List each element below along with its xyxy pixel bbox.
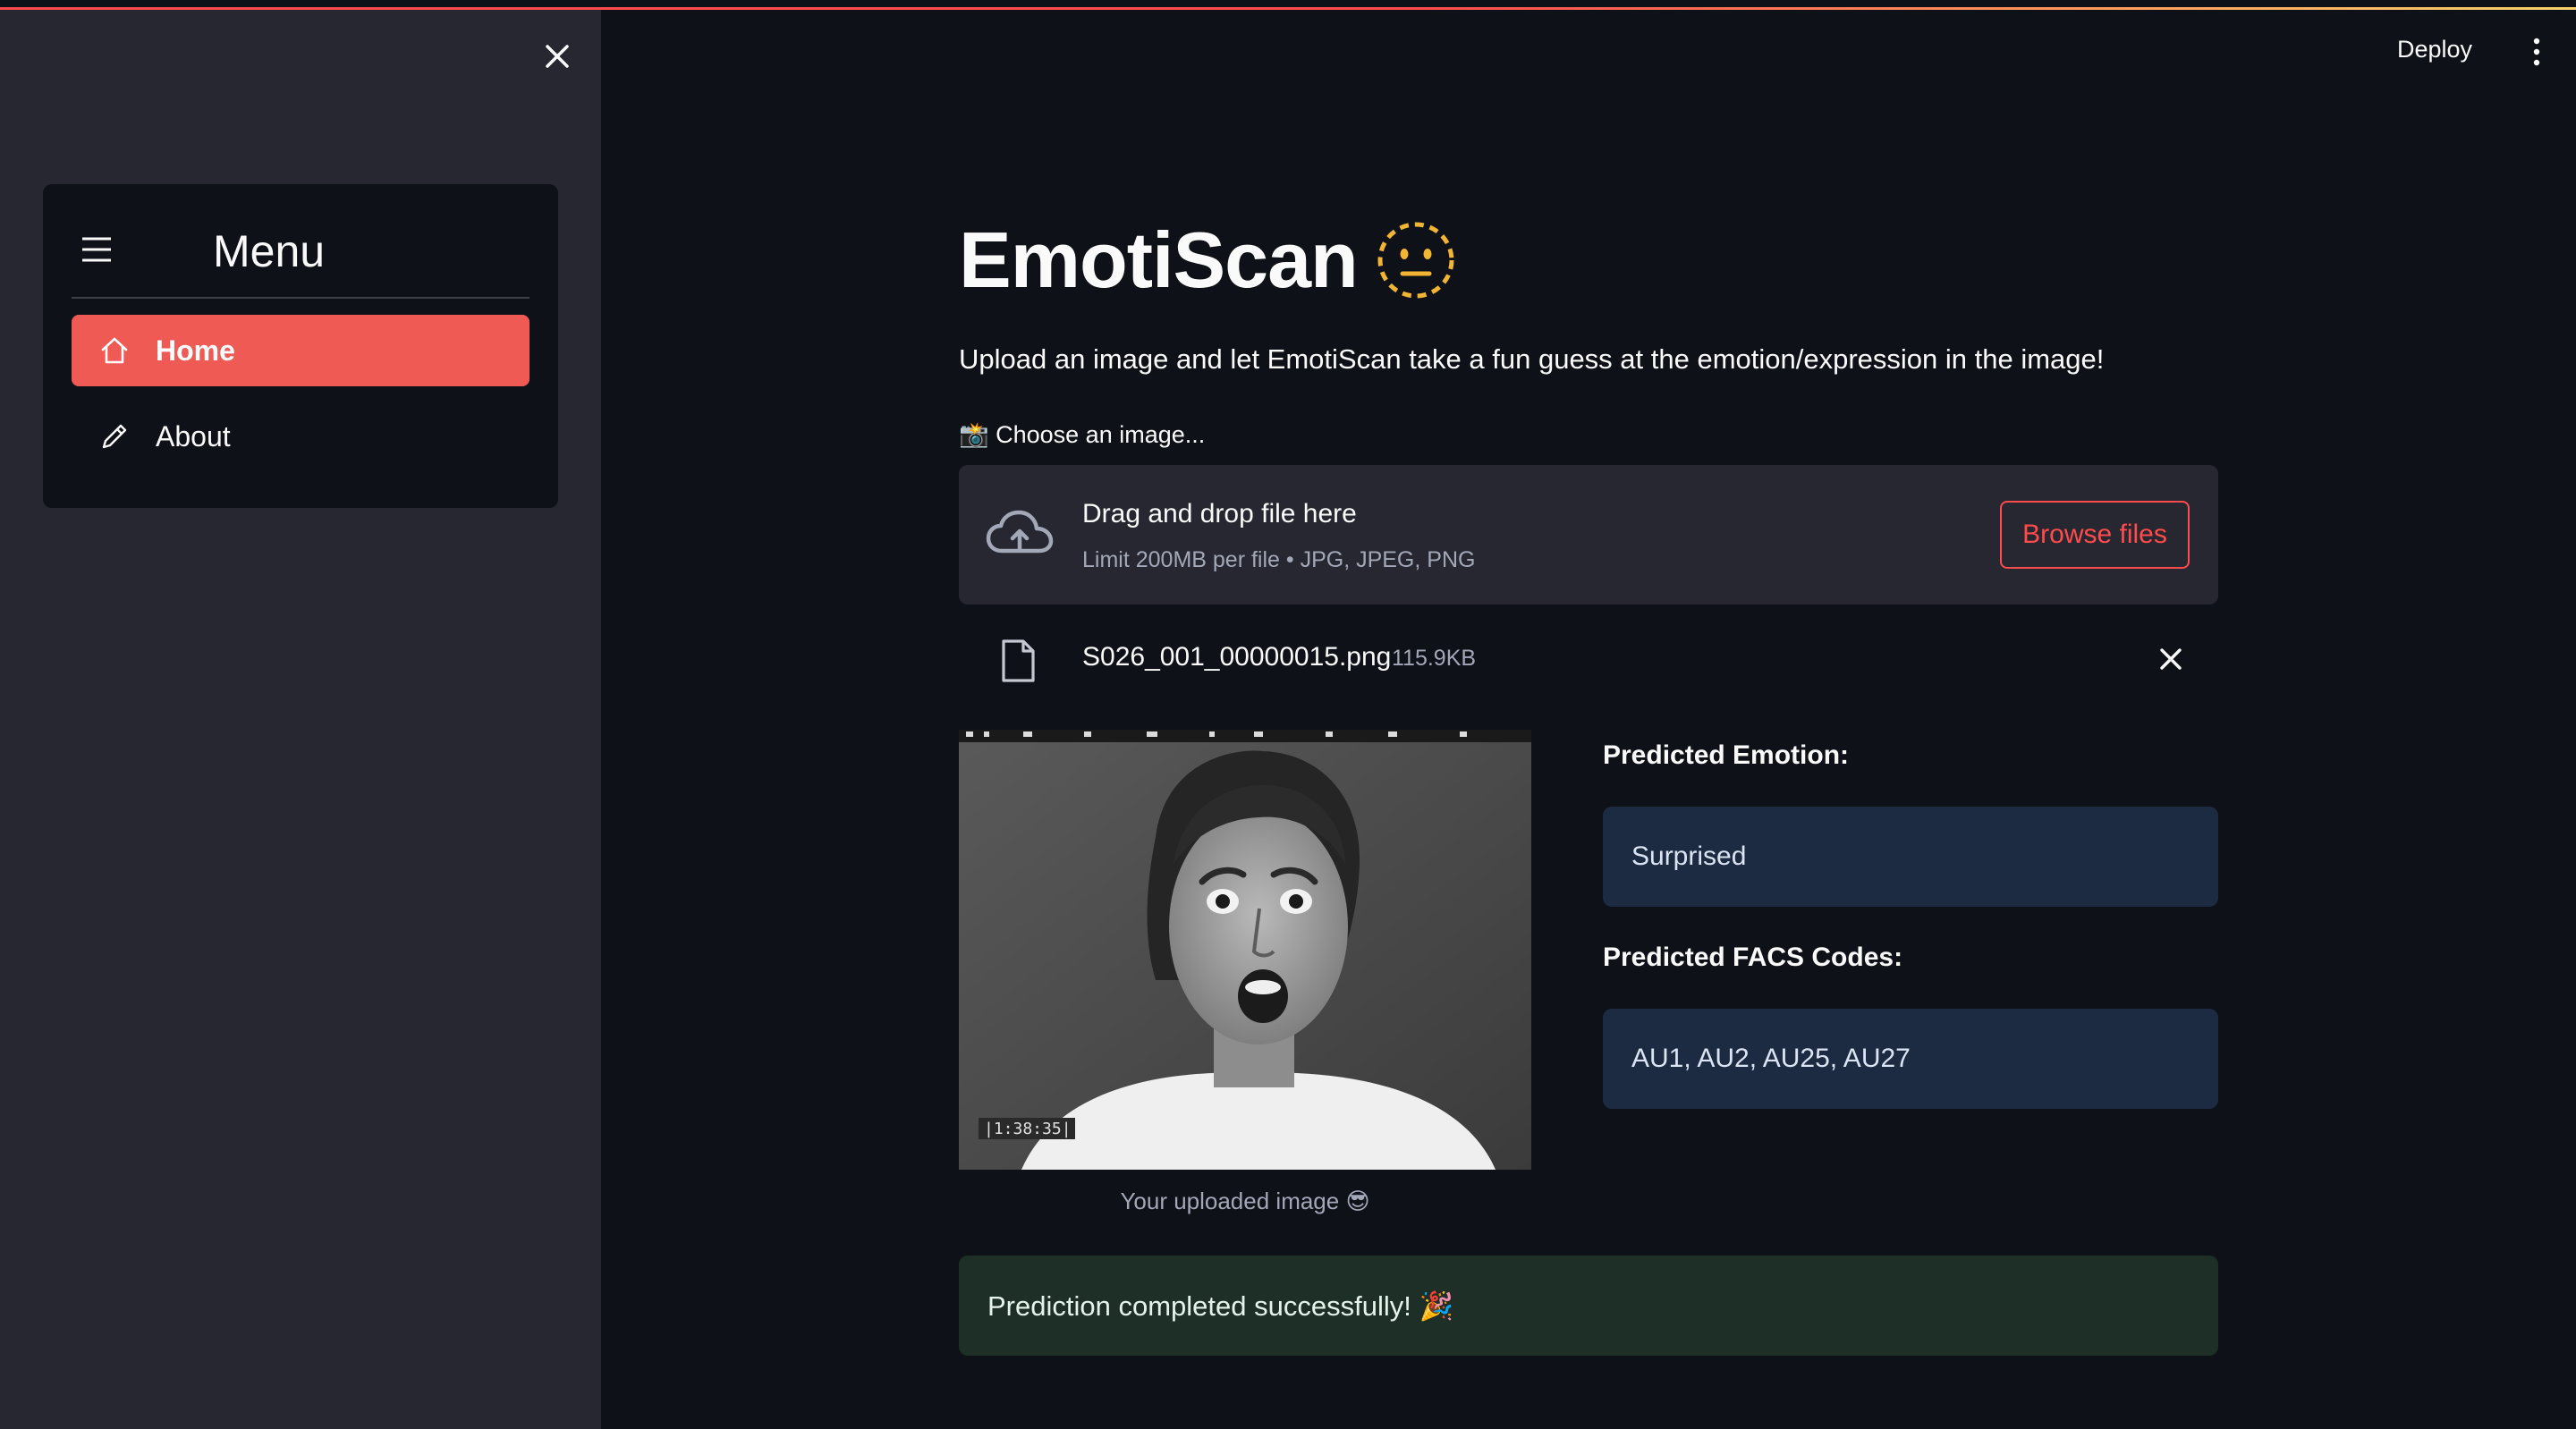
browse-files-button[interactable]: Browse files (2000, 501, 2190, 569)
predicted-facs-label: Predicted FACS Codes: (1603, 943, 1903, 972)
top-gradient-bar (0, 7, 2576, 10)
nav-item-about[interactable]: About (72, 401, 530, 472)
option-menu: Menu Home About (43, 184, 558, 508)
remove-file-icon[interactable] (2157, 646, 2184, 672)
uploaded-image-graphic: |1:38:35| (959, 730, 1531, 1170)
nav-item-home[interactable]: Home (72, 315, 530, 386)
page-title: EmotiScan (959, 216, 1359, 304)
menu-header: Menu (72, 216, 530, 299)
file-dropzone[interactable]: Drag and drop file here Limit 200MB per … (959, 465, 2218, 605)
file-name: S026_001_00000015.png (1082, 642, 1392, 672)
file-size: 115.9KB (1392, 646, 1477, 671)
home-icon (101, 337, 128, 364)
file-icon (1002, 639, 1035, 682)
sidebar: Menu Home About (0, 0, 601, 1429)
close-sidebar-icon[interactable] (540, 39, 574, 73)
predicted-facs-value: AU1, AU2, AU25, AU27 (1631, 1044, 1911, 1073)
predicted-emotion-box: Surprised (1603, 807, 2218, 907)
uploaded-file: S026_001_00000015.png 115.9KB (959, 626, 2218, 696)
top-decoration (0, 0, 2576, 10)
predicted-facs-box: AU1, AU2, AU25, AU27 (1603, 1009, 2218, 1109)
uploaded-image: |1:38:35| (959, 730, 1531, 1170)
nav-item-label: About (156, 419, 231, 452)
uploader-label: 📸 Choose an image... (959, 421, 1206, 448)
cloud-upload-icon (986, 510, 1054, 554)
predicted-emotion-value: Surprised (1631, 841, 1747, 871)
neutral-face-dashed-icon (1377, 222, 1454, 299)
image-caption: Your uploaded image 😎 (1120, 1188, 1370, 1214)
success-alert: Prediction completed successfully! 🎉 (959, 1256, 2218, 1356)
page-subtitle: Upload an image and let EmotiScan take a… (959, 343, 2105, 375)
page-title-row: EmotiScan (959, 215, 1456, 306)
dropzone-limit: Limit 200MB per file • JPG, JPEG, PNG (1082, 547, 1476, 572)
nav-item-label: Home (156, 334, 235, 367)
dropzone-title: Drag and drop file here (1082, 499, 1357, 528)
svg-text:|1:38:35|: |1:38:35| (984, 1120, 1072, 1138)
deploy-button[interactable]: Deploy (2397, 36, 2472, 63)
predicted-emotion-label: Predicted Emotion: (1603, 740, 1850, 770)
hamburger-icon (82, 237, 111, 262)
main-menu-icon[interactable] (2526, 36, 2547, 68)
success-message: Prediction completed successfully! 🎉 (987, 1289, 1454, 1322)
menu-title: Menu (213, 226, 326, 276)
pencil-icon (102, 424, 127, 449)
